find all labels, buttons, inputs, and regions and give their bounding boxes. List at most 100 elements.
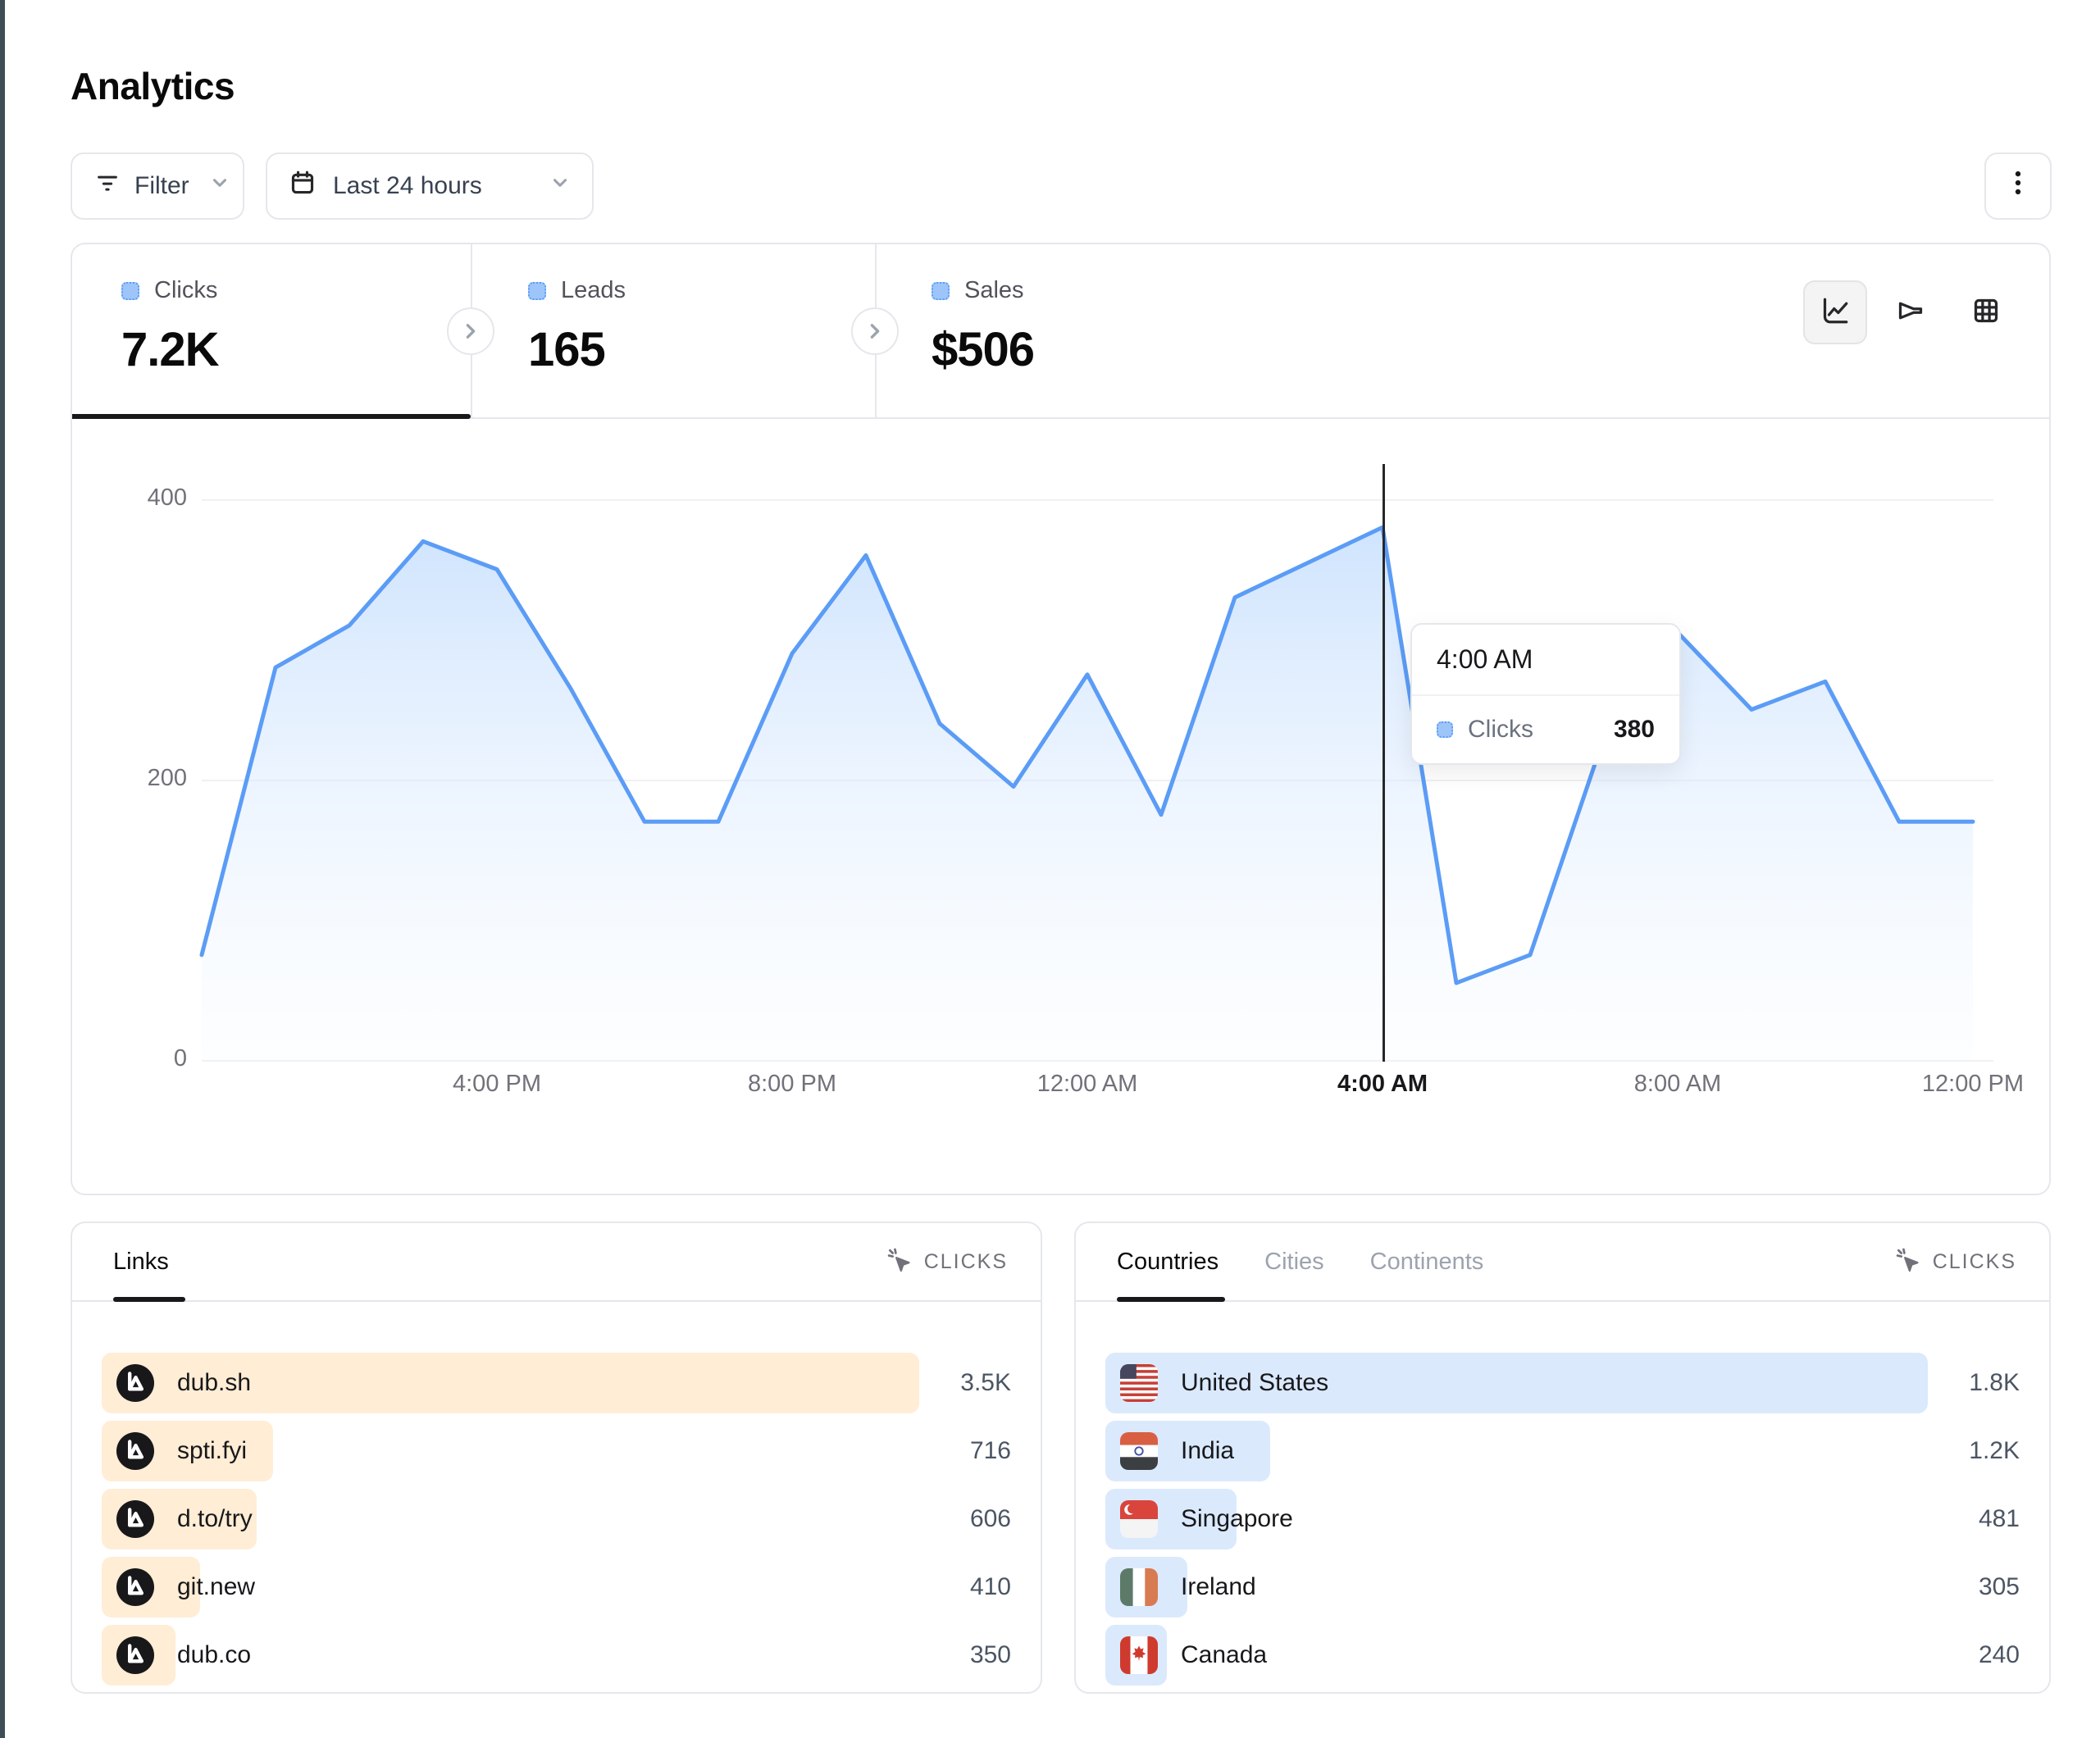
dub-logo-icon: [116, 1432, 154, 1470]
link-value: 606: [919, 1505, 1011, 1533]
links-metric-label: CLICKS: [924, 1250, 1008, 1274]
sales-value: $506: [932, 322, 1034, 377]
chart-tooltip: 4:00 AM Clicks 380: [1410, 623, 1681, 765]
tab-sales[interactable]: Sales $506: [932, 277, 1034, 377]
tooltip-value: 380: [1614, 716, 1655, 744]
filter-button-label: Filter: [134, 172, 189, 200]
date-range-button[interactable]: Last 24 hours: [266, 152, 594, 220]
chart-area-fill: [202, 527, 1973, 1060]
calendar-icon: [289, 169, 317, 203]
kebab-menu-icon: [2006, 169, 2030, 203]
cursor-click-icon: [1893, 1246, 1921, 1278]
ireland-flag-icon: [1120, 1568, 1158, 1606]
canada-flag-icon: [1120, 1636, 1158, 1674]
table-view-toggle-button[interactable]: [1954, 280, 2018, 344]
links-tab-underline: [113, 1297, 185, 1302]
link-value: 410: [919, 1573, 1011, 1601]
leads-value: 165: [528, 322, 626, 377]
tab-continents[interactable]: Continents: [1370, 1249, 1484, 1276]
x-axis-tick: 8:00 PM: [710, 1071, 874, 1098]
link-label: dub.sh: [177, 1369, 251, 1397]
links-rows: dub.sh 3.5K spti.fyi 716 d.to/try: [72, 1302, 1041, 1686]
link-value: 3.5K: [919, 1369, 1011, 1397]
chevron-down-icon: [549, 172, 571, 200]
line-chart-toggle-button[interactable]: [1803, 280, 1867, 344]
y-axis-tick: 400: [105, 485, 187, 512]
dub-logo-icon: [116, 1636, 154, 1674]
tab-leads[interactable]: Leads 165: [528, 277, 626, 377]
more-options-button[interactable]: [1984, 152, 2052, 220]
x-axis-tick: 12:00 PM: [1891, 1071, 2055, 1098]
us-flag-icon: [1120, 1364, 1158, 1402]
link-row[interactable]: d.to/try 606: [102, 1489, 1011, 1549]
tab-clicks[interactable]: Clicks 7.2K: [121, 277, 219, 377]
country-value: 305: [1928, 1573, 2020, 1601]
clicks-area-chart[interactable]: [202, 499, 1973, 1060]
x-axis-tick-active: 4:00 AM: [1301, 1071, 1465, 1098]
country-row[interactable]: India 1.2K: [1105, 1421, 2020, 1481]
country-row[interactable]: Singapore 481: [1105, 1489, 2020, 1549]
country-label: United States: [1181, 1369, 1328, 1397]
countries-metric-label: CLICKS: [1933, 1250, 2016, 1274]
funnel-icon: [1894, 294, 1927, 331]
funnel-chart-toggle-button[interactable]: [1879, 280, 1943, 344]
sales-legend-swatch: [932, 282, 950, 300]
gridline-0: [202, 1060, 1993, 1062]
date-range-label: Last 24 hours: [333, 172, 482, 200]
tab-countries[interactable]: Countries: [1117, 1249, 1219, 1276]
countries-metric-selector[interactable]: CLICKS: [1893, 1246, 2016, 1278]
india-flag-icon: [1120, 1432, 1158, 1470]
singapore-flag-icon: [1120, 1500, 1158, 1538]
country-label: Singapore: [1181, 1505, 1293, 1533]
country-label: Ireland: [1181, 1573, 1256, 1601]
link-label: d.to/try: [177, 1505, 253, 1533]
leads-label: Leads: [561, 277, 626, 304]
sales-label: Sales: [964, 277, 1024, 304]
clicks-label: Clicks: [154, 277, 217, 304]
link-row[interactable]: spti.fyi 716: [102, 1421, 1011, 1481]
chart-view-toggles: [1803, 280, 2018, 344]
countries-rows: United States 1.8K India 1.2K Singapore: [1076, 1302, 2049, 1686]
filter-button[interactable]: Filter: [71, 152, 244, 220]
expand-leads-chevron[interactable]: [851, 307, 899, 355]
y-axis-tick: 0: [105, 1045, 187, 1072]
country-row[interactable]: Ireland 305: [1105, 1557, 2020, 1617]
country-value: 240: [1928, 1641, 2020, 1669]
active-tab-underline: [72, 414, 471, 419]
country-label: India: [1181, 1437, 1234, 1465]
links-metric-selector[interactable]: CLICKS: [885, 1246, 1008, 1278]
country-value: 481: [1928, 1505, 2020, 1533]
tab-links[interactable]: Links: [113, 1249, 169, 1276]
country-value: 1.8K: [1928, 1369, 2020, 1397]
analytics-chart-card: Clicks 7.2K Leads 165 Sales $506: [71, 243, 2051, 1195]
cursor-click-icon: [885, 1246, 913, 1278]
link-row[interactable]: dub.sh 3.5K: [102, 1353, 1011, 1413]
countries-tab-underline: [1117, 1297, 1225, 1302]
link-label: git.new: [177, 1573, 255, 1601]
hover-crosshair-line: [1383, 464, 1385, 1062]
link-row[interactable]: dub.co 350: [102, 1625, 1011, 1686]
stats-header: Clicks 7.2K Leads 165 Sales $506: [72, 244, 2049, 419]
link-value: 350: [919, 1641, 1011, 1669]
tooltip-legend-swatch: [1437, 721, 1453, 738]
grid-icon: [1970, 294, 2002, 331]
leads-legend-swatch: [528, 282, 546, 300]
link-label: dub.co: [177, 1641, 251, 1669]
window-edge-strip: [0, 0, 5, 1738]
links-panel: Links CLICKS dub.sh 3.5K: [71, 1222, 1042, 1694]
dub-logo-icon: [116, 1364, 154, 1402]
page-title: Analytics: [71, 64, 235, 108]
tab-cities[interactable]: Cities: [1264, 1249, 1324, 1276]
country-row[interactable]: United States 1.8K: [1105, 1353, 2020, 1413]
countries-panel: Countries Cities Continents CLICKS Unite…: [1074, 1222, 2051, 1694]
tooltip-time: 4:00 AM: [1412, 625, 1679, 696]
link-row[interactable]: git.new 410: [102, 1557, 1011, 1617]
x-axis-tick: 8:00 AM: [1596, 1071, 1760, 1098]
link-label: spti.fyi: [177, 1437, 247, 1465]
dub-logo-icon: [116, 1500, 154, 1538]
chevron-down-icon: [209, 172, 230, 200]
y-axis-tick: 200: [105, 765, 187, 792]
country-row[interactable]: Canada 240: [1105, 1625, 2020, 1686]
expand-clicks-chevron[interactable]: [447, 307, 494, 355]
links-panel-header: Links CLICKS: [72, 1223, 1041, 1302]
